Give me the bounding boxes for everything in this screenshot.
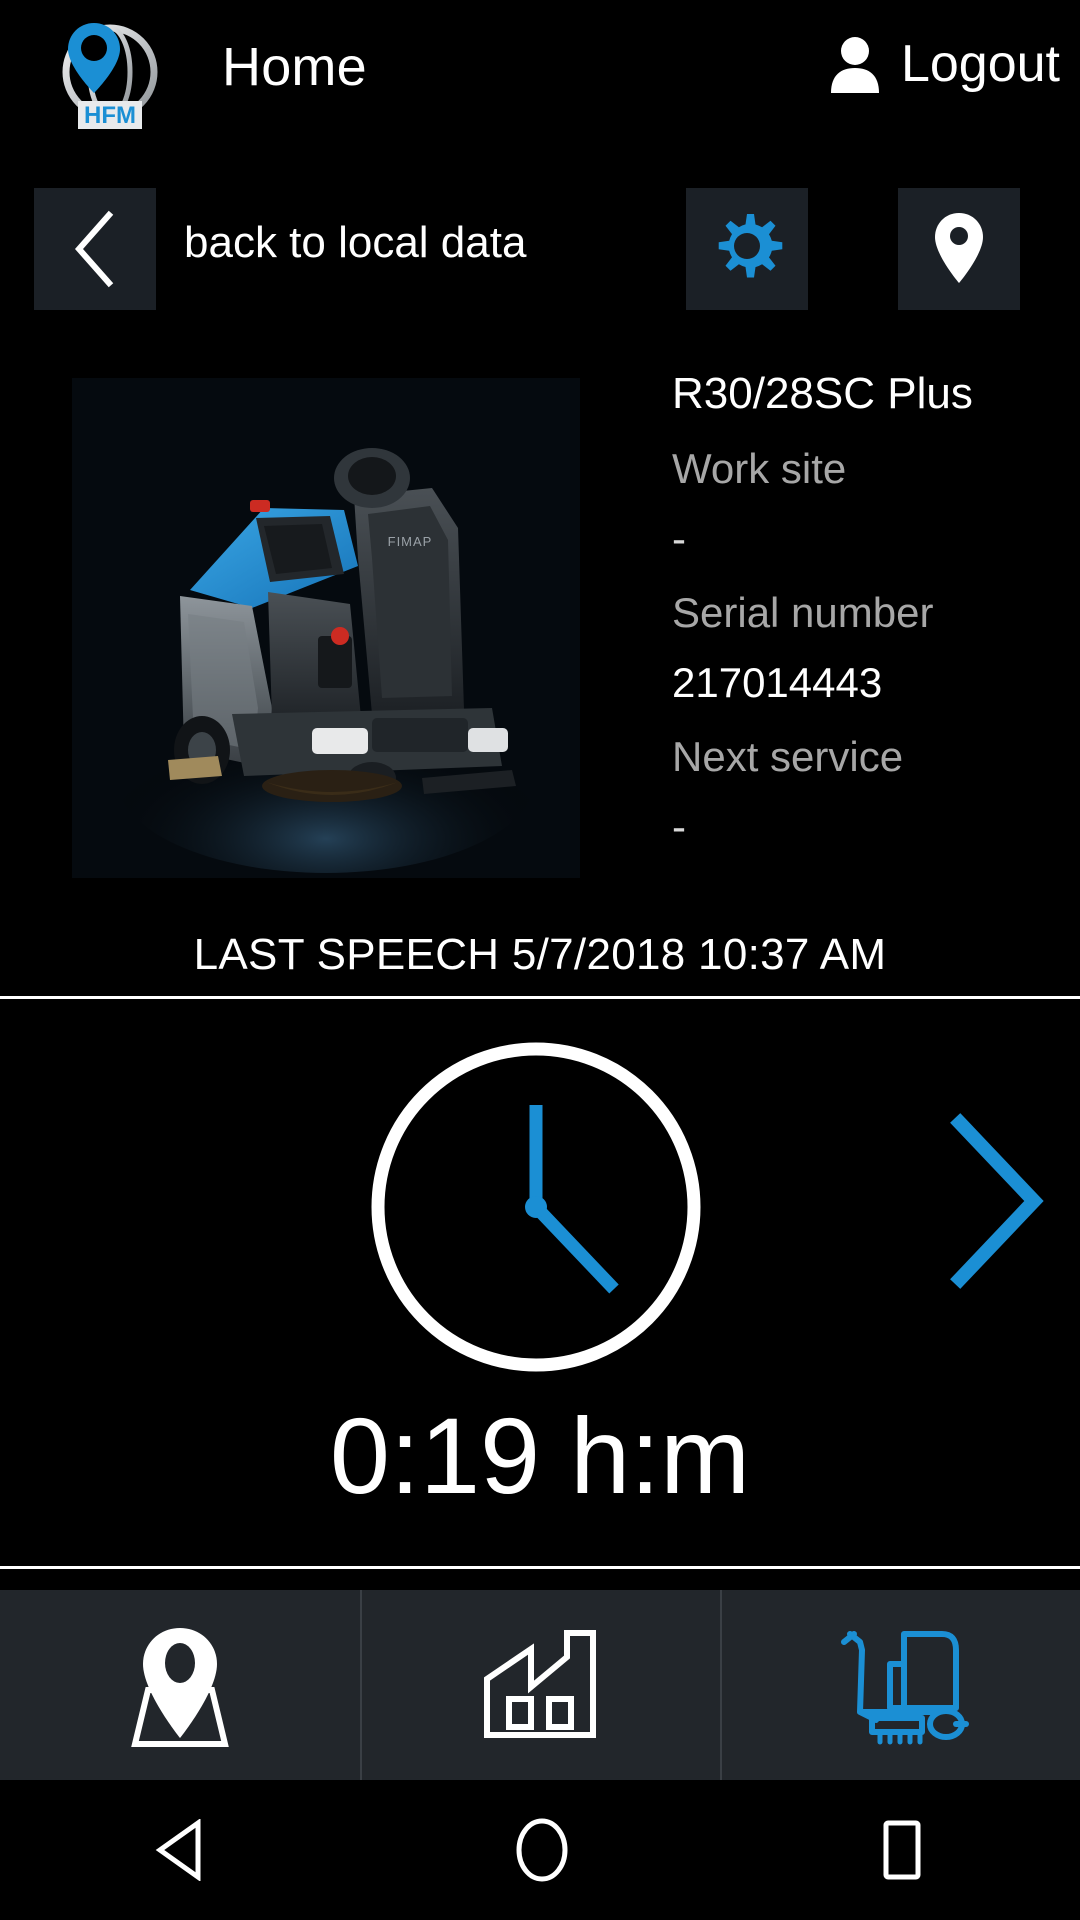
logout-button[interactable]: Logout — [827, 34, 1060, 94]
floor-scrubber-photo-illustration: FIMAP — [72, 378, 580, 878]
location-button[interactable] — [898, 188, 1020, 310]
android-recents-square-icon[interactable] — [876, 1819, 928, 1881]
tab-machine[interactable] — [720, 1590, 1080, 1780]
android-navigation-bar — [0, 1780, 1080, 1920]
machine-model: R30/28SC Plus — [672, 369, 973, 418]
map-pin-location-icon — [131, 1628, 229, 1747]
bottom-tab-bar — [0, 1590, 1080, 1780]
next-service-value: - — [672, 803, 686, 850]
tab-map[interactable] — [0, 1590, 360, 1780]
logout-label: Logout — [900, 35, 1060, 93]
machine-photo[interactable]: FIMAP — [72, 378, 580, 878]
metric-panel: 0:19 h:m — [0, 999, 1080, 1565]
serial-number-value: 217014443 — [672, 659, 883, 706]
clock-widget — [358, 1027, 714, 1383]
gear-icon — [718, 214, 783, 278]
worksite-label: Work site — [672, 445, 847, 492]
next-metric-button[interactable] — [934, 1111, 1054, 1291]
metric-value: 0:19 h:m — [329, 1395, 751, 1516]
map-pin-icon — [935, 213, 983, 283]
machine-summary: FIMAP R30/28SC Plus Work site - Serial n… — [0, 372, 1080, 882]
hfm-logo-text: HFM — [84, 102, 136, 129]
android-home-circle-icon[interactable] — [513, 1817, 571, 1883]
floor-scrubber-icon — [841, 1631, 969, 1745]
hfm-logo: HFM — [52, 15, 168, 133]
chevron-left-icon — [74, 210, 114, 288]
app-screen: HFM Home Logout back to local data FIMAP… — [0, 0, 1080, 1920]
last-speech-status: LAST SPEECH 5/7/2018 10:37 AM — [193, 930, 887, 979]
chevron-right-icon — [950, 1113, 1044, 1289]
clock-icon — [371, 1042, 701, 1372]
android-back-triangle-icon[interactable] — [152, 1819, 208, 1881]
back-label: back to local data — [184, 218, 527, 267]
page-title: Home — [222, 37, 367, 97]
next-service-label: Next service — [672, 733, 904, 780]
divider-above-tabbar — [0, 1566, 1080, 1569]
back-to-local-data-button[interactable] — [34, 188, 156, 310]
settings-button[interactable] — [686, 188, 808, 310]
app-header: HFM Home Logout — [0, 0, 1080, 148]
worksite-value: - — [672, 515, 686, 562]
factory-icon — [484, 1630, 596, 1738]
machine-details: R30/28SC Plus Work site - Serial number … — [672, 372, 1080, 880]
serial-number-label: Serial number — [672, 589, 934, 636]
machine-brand-label: FIMAP — [388, 534, 433, 549]
globe-location-pin-logo-icon: HFM — [62, 23, 158, 129]
sub-toolbar: back to local data — [0, 188, 1080, 312]
tab-site[interactable] — [360, 1590, 720, 1780]
person-icon — [830, 37, 879, 93]
